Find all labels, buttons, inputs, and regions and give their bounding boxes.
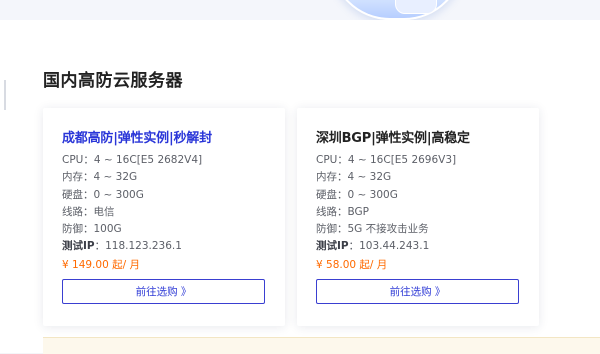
- price-label: ¥ 58.00 起/ 月: [316, 259, 388, 271]
- spec-memory: 内存：4 ~ 32G: [316, 171, 392, 184]
- spec-line: 线路：电信: [62, 205, 115, 218]
- spec-defense: 防御：100G: [62, 223, 122, 236]
- test-ip-value: ：103.44.243.1: [348, 240, 430, 253]
- buy-button[interactable]: 前往选购 》: [316, 279, 519, 304]
- spec-list: CPU：4 ~ 16C[E5 2696V3] 内存：4 ~ 32G 硬盘：0 ~…: [316, 152, 456, 256]
- spec-cpu: CPU：4 ~ 16C[E5 2696V3]: [316, 154, 457, 166]
- spec-list: CPU：4 ~ 16C[E5 2682V4] 内存：4 ~ 32G 硬盘：0 ~…: [62, 152, 202, 256]
- test-ip-label: 测试IP: [316, 240, 349, 253]
- card-title[interactable]: 深圳BGP|弹性实例|高稳定: [316, 127, 470, 146]
- spec-line: 线路：BGP: [316, 205, 369, 218]
- price-label: ¥ 149.00 起/ 月: [62, 259, 140, 271]
- notice-box: [43, 337, 600, 354]
- buy-button[interactable]: 前往选购 》: [62, 279, 265, 304]
- spec-disk: 硬盘：0 ~ 300G: [62, 188, 144, 201]
- section-title: 国内高防云服务器: [43, 71, 183, 91]
- card-title[interactable]: 成都高防|弹性实例|秒解封: [62, 127, 212, 146]
- test-ip-value: ：118.123.236.1: [94, 240, 182, 253]
- main-content: 国内高防云服务器 成都高防|弹性实例|秒解封 CPU：4 ~ 16C[E5 26…: [10, 20, 600, 354]
- spec-test-ip: 测试IP：103.44.243.1: [316, 238, 456, 255]
- spec-cpu: CPU：4 ~ 16C[E5 2682V4]: [62, 154, 203, 166]
- spec-disk: 硬盘：0 ~ 300G: [316, 188, 398, 201]
- product-card-chengdu: 成都高防|弹性实例|秒解封 CPU：4 ~ 16C[E5 2682V4] 内存：…: [43, 108, 285, 326]
- sidebar-scroll-mark[interactable]: [4, 80, 6, 110]
- product-card-shenzhen: 深圳BGP|弹性实例|高稳定 CPU：4 ~ 16C[E5 2696V3] 内存…: [297, 108, 539, 326]
- spec-defense: 防御：5G 不接攻击业务: [316, 223, 429, 236]
- top-banner: [0, 0, 600, 20]
- spec-memory: 内存：4 ~ 32G: [62, 171, 138, 184]
- spec-test-ip: 测试IP：118.123.236.1: [62, 238, 202, 255]
- banner-decoration-inner: [395, 0, 437, 14]
- test-ip-label: 测试IP: [62, 240, 95, 253]
